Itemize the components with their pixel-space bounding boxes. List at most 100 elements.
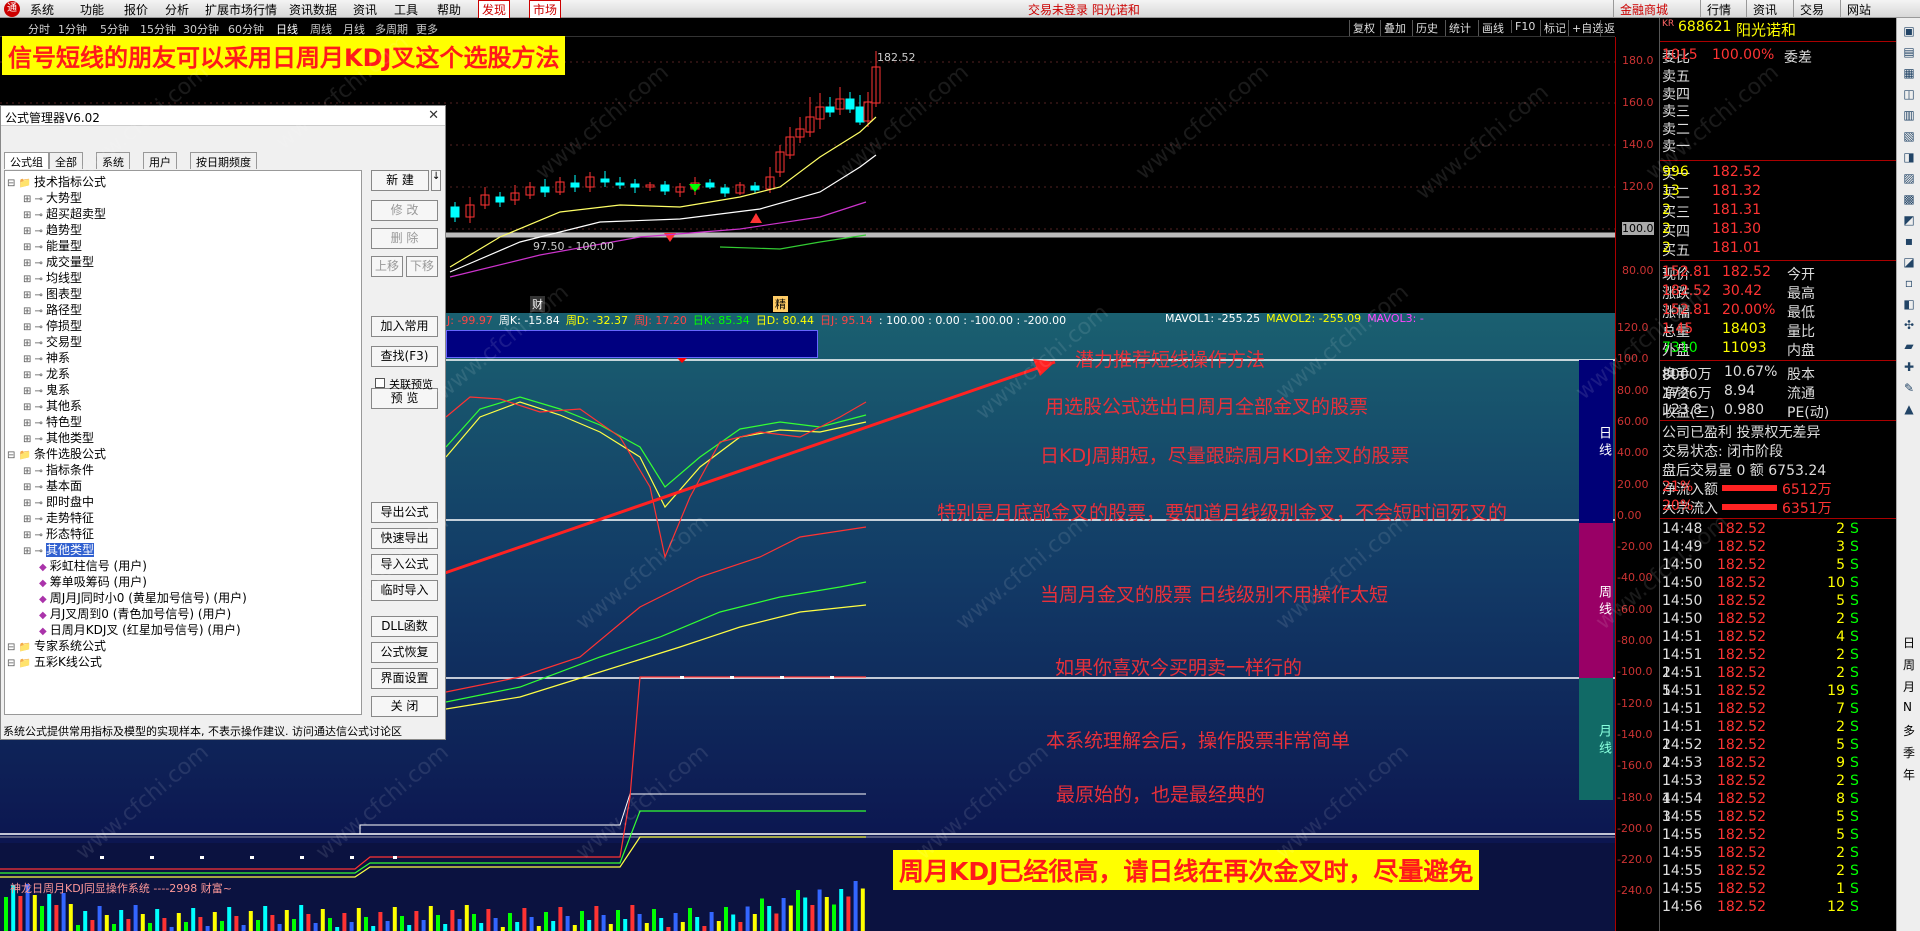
period-shortcut[interactable]: 年 (1903, 766, 1915, 783)
sidebar-tool-icon[interactable]: ◨ (1901, 150, 1917, 166)
sidebar-tool-icon[interactable]: ▪ (1901, 234, 1917, 250)
tree-node[interactable]: ⊞ ⊸ 其他类型 (23, 541, 94, 558)
expand-icon[interactable]: ⊞ ⊸ (23, 370, 43, 381)
expand-icon[interactable]: ⊞ ⊸ (23, 466, 43, 477)
period-shortcut[interactable]: 月 (1903, 678, 1915, 695)
formula-tree[interactable]: ⊟ 📁 技术指标公式 ⊞ ⊸ 大势型 ⊞ ⊸ 超买超卖型 ⊞ ⊸ 趋势型 ⊞ ⊸ 能量型 ⊞ ⊸ 成交… (4, 170, 362, 715)
period-shortcut[interactable]: N (1903, 700, 1912, 714)
tree-node[interactable]: ◆ 日周月KDJ叉 (红星加号信号) (用户) (39, 621, 241, 638)
expand-icon[interactable]: ⊞ ⊸ (23, 322, 43, 333)
dialog-button[interactable]: 加入常用 (371, 316, 438, 337)
expand-icon[interactable]: ⊞ ⊸ (23, 482, 43, 493)
toolbar-button[interactable]: 画线 (1478, 20, 1504, 36)
expand-icon[interactable]: ⊞ ⊸ (23, 514, 43, 525)
period-tab[interactable]: 5分钟 (100, 21, 129, 37)
expand-icon[interactable]: ⊞ ⊸ (23, 258, 43, 269)
sidebar-tool-icon[interactable]: ▧ (1901, 129, 1917, 145)
tree-node[interactable]: ⊞ ⊸ 基本面 (23, 477, 82, 494)
formula-icon[interactable]: ◆ (39, 562, 47, 573)
expand-icon[interactable]: ⊞ ⊸ (23, 434, 43, 445)
top-right-button[interactable]: 金融商城 (1613, 0, 1674, 18)
period-shortcut[interactable]: 季 (1903, 744, 1915, 761)
toolbar-button[interactable]: 历史 (1412, 20, 1438, 36)
tree-node[interactable]: ⊞ ⊸ 趋势型 (23, 221, 82, 238)
tree-node[interactable]: ⊞ ⊸ 走势特征 (23, 509, 94, 526)
expand-icon[interactable]: ⊞ ⊸ (23, 274, 43, 285)
sidebar-tool-icon[interactable]: ▲ (1901, 402, 1917, 418)
dialog-button[interactable]: 关 闭 (371, 696, 438, 717)
tree-node[interactable]: ⊞ ⊸ 龙系 (23, 365, 70, 382)
dialog-button[interactable]: 查找(F3) (371, 346, 438, 367)
period-shortcut[interactable]: 日 (1903, 634, 1915, 651)
dialog-button[interactable]: 界面设置 (371, 668, 438, 689)
tree-node[interactable]: ◆ 周J月J同时小0 (黄星加号信号) (用户) (39, 589, 247, 606)
tree-node[interactable]: ⊞ ⊸ 其他类型 (23, 429, 94, 446)
period-tab[interactable]: 日线 (276, 21, 298, 37)
sidebar-tool-icon[interactable]: ▣ (1901, 24, 1917, 40)
top-right-button[interactable]: 资讯 (1746, 0, 1783, 18)
expand-icon[interactable]: ⊟ 📁 (7, 178, 31, 189)
expand-icon[interactable]: ⊞ ⊸ (23, 546, 43, 557)
formula-icon[interactable]: ◆ (39, 626, 47, 637)
tree-node[interactable]: ⊞ ⊸ 图表型 (23, 285, 82, 302)
tree-node[interactable]: ⊞ ⊸ 即时盘中 (23, 493, 94, 510)
period-shortcut[interactable]: 周 (1903, 656, 1915, 673)
tree-node[interactable]: ⊞ ⊸ 成交量型 (23, 253, 94, 270)
menu-highlight-item[interactable]: 市场 (529, 0, 562, 19)
expand-icon[interactable]: ⊞ ⊸ (23, 290, 43, 301)
dialog-button[interactable]: 下移 (406, 256, 438, 277)
top-right-button[interactable]: 网站 (1840, 0, 1877, 18)
tree-node[interactable]: ⊞ ⊸ 均线型 (23, 269, 82, 286)
dialog-button[interactable]: 修 改 (371, 200, 438, 221)
formula-icon[interactable]: ◆ (39, 594, 47, 605)
period-tab[interactable]: 月线 (343, 21, 365, 37)
menu-item[interactable]: 分析 (165, 1, 189, 18)
menu-item[interactable]: 工具 (394, 1, 418, 18)
new-dropdown-icon[interactable]: ↓ (431, 170, 441, 191)
dialog-button[interactable]: 新 建 (371, 170, 429, 191)
link-preview-checkbox[interactable] (375, 378, 385, 388)
dialog-button[interactable]: 公式恢复 (371, 642, 438, 663)
sidebar-tool-icon[interactable]: ◧ (1901, 297, 1917, 313)
expand-icon[interactable]: ⊞ ⊸ (23, 418, 43, 429)
sidebar-tool-icon[interactable]: ✣ (1901, 318, 1917, 334)
period-tab[interactable]: 15分钟 (140, 21, 176, 37)
expand-icon[interactable]: ⊟ 📁 (7, 658, 31, 669)
dialog-tab[interactable]: 公式组 (4, 152, 49, 169)
expand-icon[interactable]: ⊞ ⊸ (23, 530, 43, 541)
tree-node[interactable]: ⊞ ⊸ 超买超卖型 (23, 205, 106, 222)
menu-item[interactable]: 资讯数据 (289, 1, 337, 18)
toolbar-button[interactable]: 叠加 (1380, 20, 1406, 36)
tree-node[interactable]: ⊞ ⊸ 特色型 (23, 413, 82, 430)
sidebar-tool-icon[interactable]: ▥ (1901, 108, 1917, 124)
tree-node[interactable]: ◆ 月J叉周到0 (青色加号信号) (用户) (39, 605, 231, 622)
formula-icon[interactable]: ◆ (39, 578, 47, 589)
sidebar-tool-icon[interactable]: ◪ (1901, 255, 1917, 271)
expand-icon[interactable]: ⊟ 📁 (7, 450, 31, 461)
period-tab[interactable]: 60分钟 (228, 21, 264, 37)
period-tab[interactable]: 30分钟 (183, 21, 219, 37)
tree-node[interactable]: ⊟ 📁 五彩K线公式 (7, 653, 102, 670)
expand-icon[interactable]: ⊞ ⊸ (23, 242, 43, 253)
tree-node[interactable]: ⊞ ⊸ 指标条件 (23, 461, 94, 478)
tree-node[interactable]: ⊞ ⊸ 大势型 (23, 189, 82, 206)
sidebar-tool-icon[interactable]: ▨ (1901, 171, 1917, 187)
tree-node[interactable]: ⊞ ⊸ 鬼系 (23, 381, 70, 398)
menu-item[interactable]: 系统 (30, 1, 54, 18)
close-icon[interactable]: ✕ (428, 108, 439, 123)
dialog-button[interactable]: 上移 (371, 256, 403, 277)
tree-node[interactable]: ⊞ ⊸ 神系 (23, 349, 70, 366)
expand-icon[interactable]: ⊞ ⊸ (23, 210, 43, 221)
tree-node[interactable]: ⊞ ⊸ 路径型 (23, 301, 82, 318)
tree-node[interactable]: ⊞ ⊸ 交易型 (23, 333, 82, 350)
tree-node[interactable]: ⊟ 📁 条件选股公式 (7, 445, 106, 462)
sidebar-tool-icon[interactable]: ◩ (1901, 213, 1917, 229)
tree-node[interactable]: ⊟ 📁 专家系统公式 (7, 637, 106, 654)
menu-item[interactable]: 扩展市场行情 (205, 1, 277, 18)
tree-node[interactable]: ⊞ ⊸ 停损型 (23, 317, 82, 334)
period-shortcut[interactable]: 多 (1903, 722, 1915, 739)
expand-icon[interactable]: ⊞ ⊸ (23, 226, 43, 237)
sidebar-tool-icon[interactable]: ▩ (1901, 192, 1917, 208)
period-tab[interactable]: 更多 (416, 21, 438, 37)
menu-item[interactable]: 功能 (80, 1, 104, 18)
